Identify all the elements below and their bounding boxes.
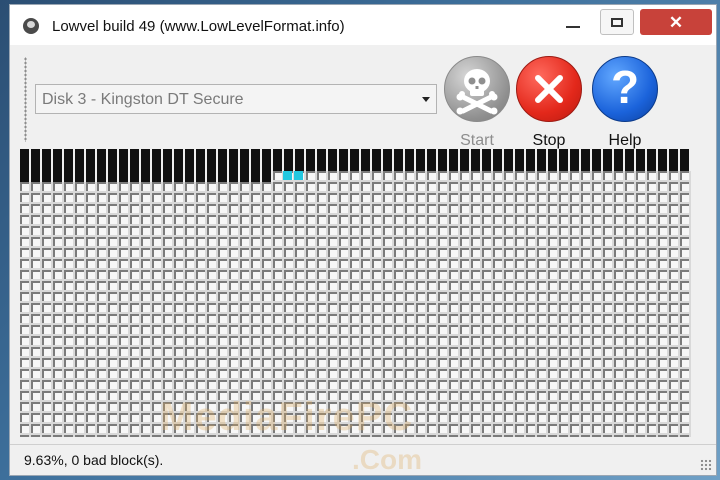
app-icon [23, 18, 39, 34]
app-window: Lowvel build 49 (www.LowLevelFormat.info… [9, 4, 717, 476]
stop-label: Stop [532, 132, 566, 149]
help-label: Help [608, 132, 642, 149]
x-icon [516, 56, 582, 122]
toolbar: Disk 3 - Kingston DT Secure Start Stop ?… [10, 45, 716, 149]
start-button[interactable]: Start [441, 53, 513, 149]
maximize-icon [611, 17, 623, 27]
disk-select-value: Disk 3 - Kingston DT Secure [42, 91, 244, 108]
window-title: Lowvel build 49 (www.LowLevelFormat.info… [52, 18, 345, 35]
title-bar[interactable]: Lowvel build 49 (www.LowLevelFormat.info… [10, 5, 716, 45]
completed-blocks-row [20, 149, 691, 160]
toolbar-grip[interactable] [24, 57, 27, 142]
close-button[interactable]: ✕ [640, 9, 712, 35]
question-icon: ? [592, 56, 658, 122]
stop-button[interactable]: Stop [513, 53, 585, 149]
help-glyph: ? [610, 61, 640, 113]
start-label: Start [460, 132, 494, 149]
minimize-button[interactable] [555, 9, 591, 35]
maximize-button[interactable] [600, 9, 634, 35]
minimize-icon [566, 26, 580, 28]
chevron-down-icon [422, 97, 430, 102]
skull-crossbones-icon [444, 56, 510, 122]
active-block [283, 171, 292, 180]
disk-select[interactable]: Disk 3 - Kingston DT Secure [35, 84, 437, 114]
help-button[interactable]: ? Help [589, 53, 661, 149]
active-block [294, 171, 303, 180]
status-text: 9.63%, 0 bad block(s). [24, 452, 164, 468]
completed-blocks-row [20, 160, 691, 171]
completed-blocks-row [20, 171, 273, 182]
status-bar: 9.63%, 0 bad block(s). [10, 444, 716, 475]
close-icon: ✕ [668, 12, 684, 32]
block-map [20, 149, 691, 437]
resize-grip-icon[interactable] [700, 459, 712, 471]
